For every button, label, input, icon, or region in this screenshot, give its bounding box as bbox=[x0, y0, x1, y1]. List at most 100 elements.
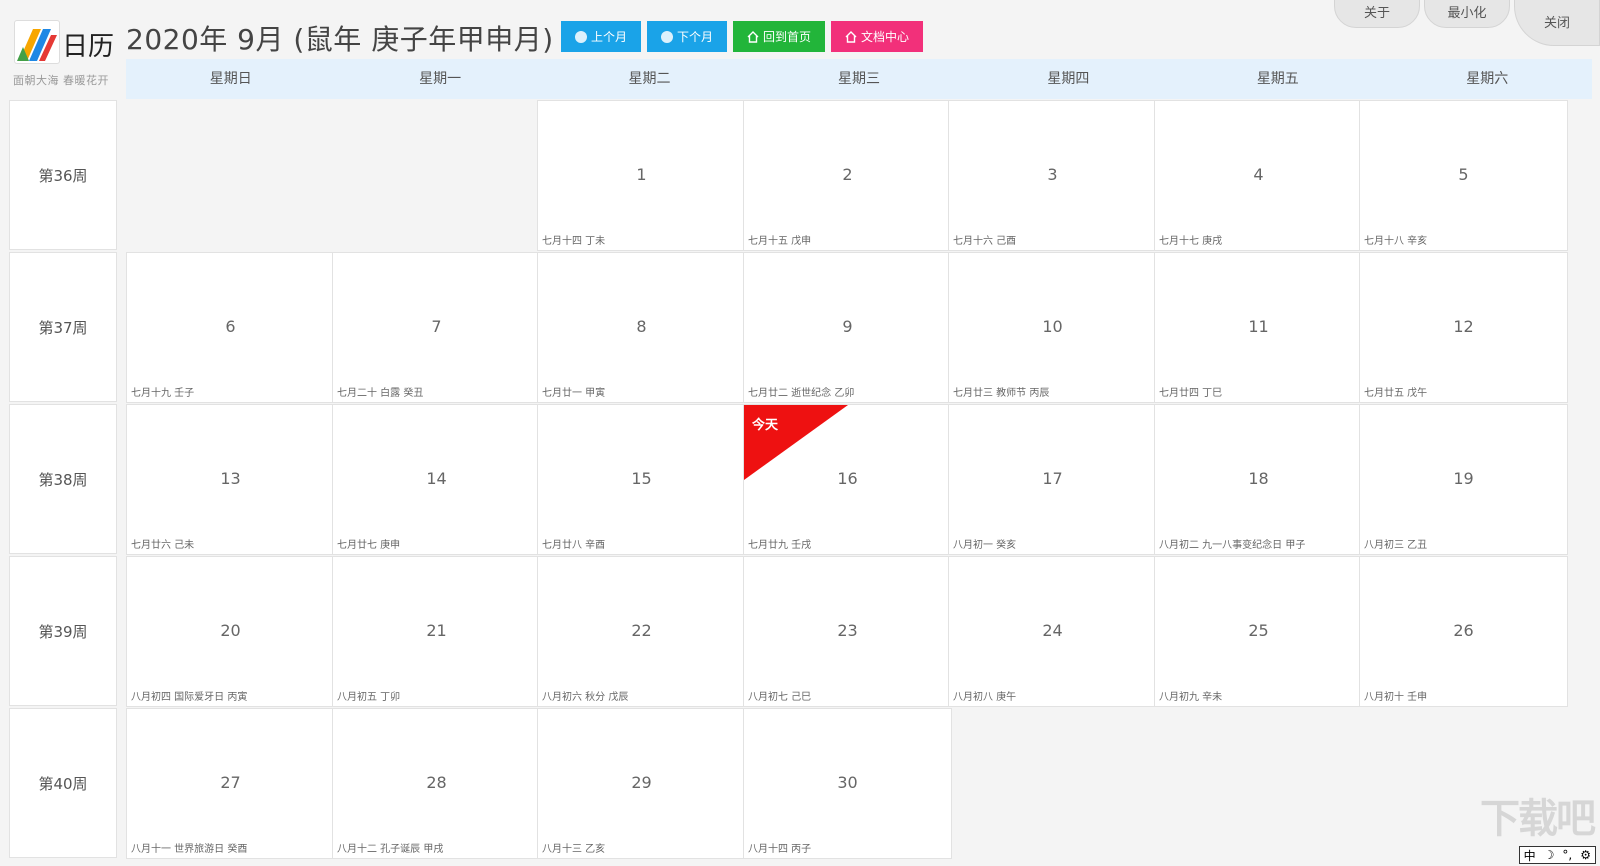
day-cell[interactable]: 7 七月二十 白露 癸丑 bbox=[332, 252, 541, 403]
day-cell[interactable]: 22 八月初六 秋分 戊辰 bbox=[537, 556, 746, 707]
lunar-info: 八月初三 乙丑 bbox=[1364, 540, 1428, 551]
day-cell[interactable]: 26 八月初十 壬申 bbox=[1359, 556, 1568, 707]
day-cell[interactable]: 18 八月初二 九一八事变纪念日 甲子 bbox=[1154, 404, 1363, 555]
minimize-button[interactable]: 最小化 bbox=[1424, 0, 1510, 28]
day-number: 12 bbox=[1453, 317, 1474, 336]
day-number: 6 bbox=[225, 317, 236, 336]
page-title: 2020年 9月 (鼠年 庚子年甲申月) bbox=[126, 23, 554, 56]
day-cell[interactable]: 6 七月十九 壬子 bbox=[126, 252, 335, 403]
day-number: 28 bbox=[426, 773, 447, 792]
ime-lang[interactable]: 中 bbox=[1524, 847, 1536, 864]
day-cell[interactable]: 29 八月十三 乙亥 bbox=[537, 708, 746, 859]
day-number: 17 bbox=[1042, 469, 1063, 488]
day-cell[interactable]: 24 八月初八 庚午 bbox=[948, 556, 1157, 707]
day-cell[interactable]: 30 八月十四 丙子 bbox=[743, 708, 952, 859]
day-number: 29 bbox=[631, 773, 652, 792]
close-button[interactable]: 关闭 bbox=[1514, 0, 1600, 46]
day-cell[interactable]: 17 八月初一 癸亥 bbox=[948, 404, 1157, 555]
day-number: 27 bbox=[220, 773, 241, 792]
day-number: 19 bbox=[1453, 469, 1474, 488]
day-number: 9 bbox=[842, 317, 853, 336]
empty-day-cell bbox=[332, 100, 541, 251]
day-number: 20 bbox=[220, 621, 241, 640]
about-button[interactable]: 关于 bbox=[1334, 0, 1420, 28]
day-cell[interactable]: 11 七月廿四 丁巳 bbox=[1154, 252, 1363, 403]
day-cell[interactable]: 25 八月初九 辛未 bbox=[1154, 556, 1363, 707]
lunar-info: 七月十六 己酉 bbox=[953, 236, 1017, 247]
ime-toolbar: 中 ☽ °, ⚙ bbox=[1518, 846, 1596, 864]
day-cell[interactable]: 10 七月廿三 教师节 丙辰 bbox=[948, 252, 1157, 403]
day-number: 4 bbox=[1253, 165, 1264, 184]
weekday-header: 星期日 星期一 星期二 星期三 星期四 星期五 星期六 bbox=[126, 59, 1592, 99]
day-cell[interactable]: 27 八月十一 世界旅游日 癸酉 bbox=[126, 708, 335, 859]
day-cell[interactable]: 20 八月初四 国际爱牙日 丙寅 bbox=[126, 556, 335, 707]
day-cell[interactable]: 9 七月廿二 逝世纪念 乙卯 bbox=[743, 252, 952, 403]
week-label: 第37周 bbox=[9, 252, 117, 402]
lunar-info: 七月廿八 辛酉 bbox=[542, 540, 606, 551]
day-number: 25 bbox=[1248, 621, 1269, 640]
lunar-info: 七月廿九 壬戌 bbox=[748, 540, 812, 551]
prev-month-button[interactable]: 上个月 bbox=[561, 21, 641, 52]
lunar-info: 七月十四 丁未 bbox=[542, 236, 606, 247]
punctuation-icon[interactable]: °, bbox=[1562, 848, 1572, 862]
home-icon bbox=[845, 30, 857, 43]
home-button[interactable]: 回到首页 bbox=[733, 21, 825, 52]
lunar-info: 八月十四 丙子 bbox=[748, 844, 812, 855]
docs-button[interactable]: 文档中心 bbox=[831, 21, 923, 52]
day-number: 24 bbox=[1042, 621, 1063, 640]
logo-title: 日历 bbox=[62, 32, 115, 62]
day-cell[interactable]: 4 七月十七 庚戌 bbox=[1154, 100, 1363, 251]
moon-icon[interactable]: ☽ bbox=[1544, 848, 1555, 862]
day-cell[interactable]: 23 八月初七 己巳 bbox=[743, 556, 952, 707]
lunar-info: 八月初六 秋分 戊辰 bbox=[542, 692, 629, 703]
day-cell[interactable]: 15 七月廿八 辛酉 bbox=[537, 404, 746, 555]
day-number: 22 bbox=[631, 621, 652, 640]
lunar-info: 七月十七 庚戌 bbox=[1159, 236, 1223, 247]
day-cell[interactable]: 5 七月十八 辛亥 bbox=[1359, 100, 1568, 251]
lunar-info: 八月十二 孔子诞辰 甲戌 bbox=[337, 844, 444, 855]
lunar-info: 七月十九 壬子 bbox=[131, 388, 195, 399]
lunar-info: 七月廿一 甲寅 bbox=[542, 388, 606, 399]
today-cell[interactable]: 今天 16 七月廿九 壬戌 bbox=[743, 404, 952, 555]
next-month-label: 下个月 bbox=[676, 30, 713, 44]
next-month-button[interactable]: 下个月 bbox=[647, 21, 727, 52]
gear-icon[interactable]: ⚙ bbox=[1580, 848, 1591, 862]
lunar-info: 七月十八 辛亥 bbox=[1364, 236, 1428, 247]
day-cell[interactable]: 8 七月廿一 甲寅 bbox=[537, 252, 746, 403]
weekday-fri: 星期五 bbox=[1256, 71, 1299, 87]
home-icon bbox=[747, 30, 759, 43]
weekday-mon: 星期一 bbox=[419, 71, 462, 87]
day-cell[interactable]: 19 八月初三 乙丑 bbox=[1359, 404, 1568, 555]
app-logo: 日历 面朝大海 春暖花开 bbox=[12, 20, 117, 88]
arrow-right-icon bbox=[660, 30, 673, 43]
week-label: 第36周 bbox=[9, 100, 117, 250]
day-number: 15 bbox=[631, 469, 652, 488]
lunar-info: 七月廿三 教师节 丙辰 bbox=[953, 388, 1050, 399]
day-number: 1 bbox=[636, 165, 647, 184]
day-number: 26 bbox=[1453, 621, 1474, 640]
day-cell[interactable]: 3 七月十六 己酉 bbox=[948, 100, 1157, 251]
day-cell[interactable]: 28 八月十二 孔子诞辰 甲戌 bbox=[332, 708, 541, 859]
month-nav: 上个月 下个月 回到首页 文档中心 bbox=[561, 21, 923, 52]
week-label: 第39周 bbox=[9, 556, 117, 706]
lunar-info: 八月初一 癸亥 bbox=[953, 540, 1017, 551]
day-cell[interactable]: 21 八月初五 丁卯 bbox=[332, 556, 541, 707]
day-cell[interactable]: 12 七月廿五 戊午 bbox=[1359, 252, 1568, 403]
week-label: 第38周 bbox=[9, 404, 117, 554]
lunar-info: 八月初二 九一八事变纪念日 甲子 bbox=[1159, 540, 1306, 551]
day-number: 2 bbox=[842, 165, 853, 184]
today-label: 今天 bbox=[752, 418, 779, 433]
week-label: 第40周 bbox=[9, 708, 117, 858]
lunar-info: 七月十五 戊申 bbox=[748, 236, 812, 247]
day-cell[interactable]: 1 七月十四 丁未 bbox=[537, 100, 746, 251]
logo-slogan: 面朝大海 春暖花开 bbox=[13, 74, 109, 87]
day-cell[interactable]: 2 七月十五 戊申 bbox=[743, 100, 952, 251]
arrow-left-icon bbox=[574, 30, 587, 43]
lunar-info: 八月初五 丁卯 bbox=[337, 692, 401, 703]
weekday-wed: 星期三 bbox=[837, 71, 880, 87]
day-number: 14 bbox=[426, 469, 447, 488]
day-cell[interactable]: 13 七月廿六 己未 bbox=[126, 404, 335, 555]
day-cell[interactable]: 14 七月廿七 庚申 bbox=[332, 404, 541, 555]
day-number: 30 bbox=[837, 773, 858, 792]
day-number: 10 bbox=[1042, 317, 1063, 336]
